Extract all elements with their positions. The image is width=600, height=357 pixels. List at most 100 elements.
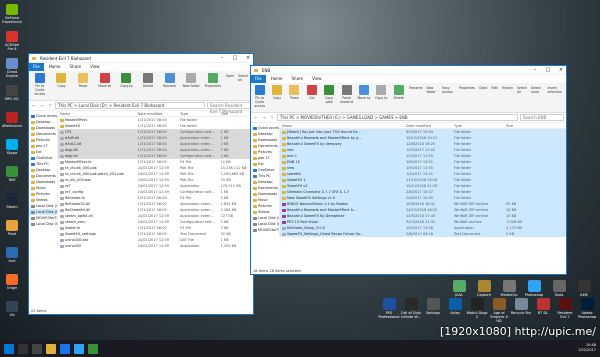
- ribbon-button-copy[interactable]: Copy: [53, 73, 71, 98]
- chrome-icon[interactable]: [60, 343, 70, 354]
- maximize-button[interactable]: □: [230, 55, 240, 61]
- search-input[interactable]: Search Resident Evil 7 Biohazard: [207, 102, 251, 114]
- desktop-icon[interactable]: ACDSee Pro 6: [2, 31, 22, 51]
- desktop-icon[interactable]: Tools: [548, 280, 570, 297]
- tab-share[interactable]: Share: [288, 75, 308, 83]
- table-row[interactable]: SweetFX_Settings_Ghost Recon Future So..…: [280, 231, 566, 237]
- ribbon-button-properties[interactable]: Properties: [204, 73, 222, 98]
- desktop-icon[interactable]: Recycle Bin: [510, 298, 532, 315]
- ribbon-small-button[interactable]: History: [502, 85, 513, 110]
- desktop-icon[interactable]: Afterburner: [2, 112, 22, 128]
- search-input[interactable]: Search ENB: [520, 114, 564, 121]
- explorer-window-left[interactable]: Resident Evil 7 Biohazard – □ × File Hom…: [28, 53, 254, 315]
- close-button[interactable]: ×: [556, 67, 566, 73]
- ribbon-small-button[interactable]: Open: [226, 73, 235, 98]
- explorer-window-right[interactable]: ENB – □ × File Home Share View Pin to Qu…: [250, 65, 567, 275]
- desktop-icon[interactable]: Age of Empires II HD: [488, 298, 510, 323]
- ribbon-small-button[interactable]: Select none: [531, 85, 544, 110]
- column-header-name[interactable]: Name: [280, 123, 406, 128]
- tab-share[interactable]: Share: [66, 63, 86, 71]
- ribbon-small-button[interactable]: Properties: [459, 85, 475, 110]
- table-row[interactable]: unins000 24/01/2017 12:59 Application 1,355…: [58, 243, 253, 249]
- ribbon-small-button[interactable]: Open: [479, 85, 488, 110]
- minimize-button[interactable]: –: [530, 67, 540, 73]
- start-button[interactable]: [4, 343, 14, 354]
- column-header-date-modified[interactable]: Date modified: [406, 123, 454, 128]
- desktop-icon[interactable]: MPC-HC: [2, 85, 22, 101]
- ribbon-button-delete[interactable]: Delete: [392, 85, 405, 110]
- ribbon-button-paste-shortcut[interactable]: Paste shortcut: [340, 85, 353, 110]
- forward-arrow-icon[interactable]: →: [261, 115, 267, 120]
- ribbon-button-paste[interactable]: Paste: [288, 85, 301, 110]
- address-path[interactable]: This PC > MOVIESforTHEII (G:) > GAMES.LO…: [277, 114, 518, 121]
- desktop-icon[interactable]: Photoshop: [523, 280, 545, 297]
- nav-item-moviesfortheii[interactable]: MOVIESforTHEII: [251, 227, 279, 233]
- desktop-icon[interactable]: Paint: [2, 220, 22, 236]
- ribbon-small-button[interactable]: Rename: [409, 85, 422, 110]
- ribbon-small-button[interactable]: Invert selection: [547, 85, 564, 110]
- tab-view[interactable]: View: [86, 63, 104, 71]
- ribbon-button-pin-to-quick-access[interactable]: Pin to Quick access: [253, 85, 266, 110]
- desktop-icon[interactable]: GeForce Experience: [2, 4, 22, 24]
- desktop-icon[interactable]: Settings: [422, 298, 444, 315]
- close-button[interactable]: ×: [243, 55, 253, 61]
- desktop-icon[interactable]: Skype: [2, 139, 22, 155]
- column-header-size[interactable]: Size: [221, 111, 253, 116]
- clock[interactable]: 10:48 1/22/2017: [578, 343, 596, 353]
- up-arrow-icon[interactable]: ↑: [47, 103, 53, 108]
- desktop-icon[interactable]: AME: [573, 280, 595, 297]
- ribbon-button-copy-to[interactable]: Copy to: [118, 73, 136, 98]
- desktop-icon[interactable]: Steam: [2, 193, 22, 209]
- task-view-icon[interactable]: [32, 343, 42, 354]
- search-icon[interactable]: [18, 343, 28, 354]
- ribbon-small-button[interactable]: Easy access: [442, 85, 455, 110]
- desktop-icon[interactable]: Sort: [2, 247, 22, 263]
- ribbon-button-copy[interactable]: Copy: [270, 85, 283, 110]
- ribbon-button-cut[interactable]: Cut: [305, 85, 318, 110]
- desktop-icon[interactable]: Watch Dogs 2: [466, 298, 488, 319]
- ribbon-small-button[interactable]: Select all: [517, 85, 527, 110]
- column-header-size[interactable]: Size: [506, 123, 532, 128]
- back-arrow-icon[interactable]: ←: [253, 115, 259, 120]
- title-bar[interactable]: ENB – □ ×: [251, 66, 566, 75]
- desktop-icon[interactable]: PES Professional: [378, 298, 400, 319]
- desktop-icon[interactable]: Cheat Engine: [2, 58, 22, 78]
- address-path[interactable]: This PC > Local Disk (D:) > Resident Evi…: [55, 102, 205, 109]
- desktop-icon[interactable]: Resident Evil 7: [554, 298, 576, 319]
- app-icon[interactable]: [88, 343, 98, 354]
- desktop-icon[interactable]: Vis: [2, 301, 22, 317]
- desktop-icon[interactable]: Capture: [473, 280, 495, 297]
- ribbon-small-button[interactable]: New folder: [426, 85, 438, 110]
- back-arrow-icon[interactable]: ←: [31, 103, 37, 108]
- forward-arrow-icon[interactable]: →: [39, 103, 45, 108]
- maximize-button[interactable]: □: [543, 67, 553, 73]
- desktop-icon[interactable]: BT DL: [532, 298, 554, 315]
- column-header-date-modified[interactable]: Date modified: [138, 111, 180, 116]
- tab-file[interactable]: File: [29, 63, 44, 71]
- minimize-button[interactable]: –: [217, 55, 227, 61]
- tab-view[interactable]: View: [308, 75, 326, 83]
- ribbon-button-move-to[interactable]: Move to: [96, 73, 114, 98]
- photoshop-icon[interactable]: [74, 343, 84, 354]
- column-header-type[interactable]: Type: [180, 111, 221, 116]
- title-bar[interactable]: Resident Evil 7 Biohazard – □ ×: [29, 54, 253, 63]
- desktop-icon[interactable]: MediaGrp: [498, 280, 520, 297]
- desktop-icon[interactable]: JAAL: [448, 280, 470, 297]
- ribbon-button-rename[interactable]: Rename: [161, 73, 179, 98]
- desktop-icon[interactable]: Origin: [2, 274, 22, 290]
- ribbon-small-button[interactable]: Edit: [491, 85, 497, 110]
- column-header-name[interactable]: Name: [58, 111, 138, 116]
- desktop-icon[interactable]: Adobe Photoshop: [576, 298, 598, 319]
- ribbon-button-paste[interactable]: Paste: [74, 73, 92, 98]
- up-arrow-icon[interactable]: ↑: [269, 115, 275, 120]
- ribbon-button-new-folder[interactable]: New folder: [182, 73, 200, 98]
- ribbon-button-move-to[interactable]: Move to: [357, 85, 370, 110]
- ribbon-button-copy-to[interactable]: Copy to: [375, 85, 388, 110]
- tab-home[interactable]: Home: [45, 63, 65, 71]
- desktop-icon[interactable]: Uplay: [444, 298, 466, 315]
- ribbon-button-pin-to-quick-access[interactable]: Pin to Quick access: [31, 73, 49, 98]
- ribbon-button-delete[interactable]: Delete: [139, 73, 157, 98]
- tab-home[interactable]: Home: [267, 75, 287, 83]
- desktop-icon[interactable]: IDM: [2, 166, 22, 182]
- nav-item-local-disk-e[interactable]: Local Disk (E:): [29, 221, 57, 227]
